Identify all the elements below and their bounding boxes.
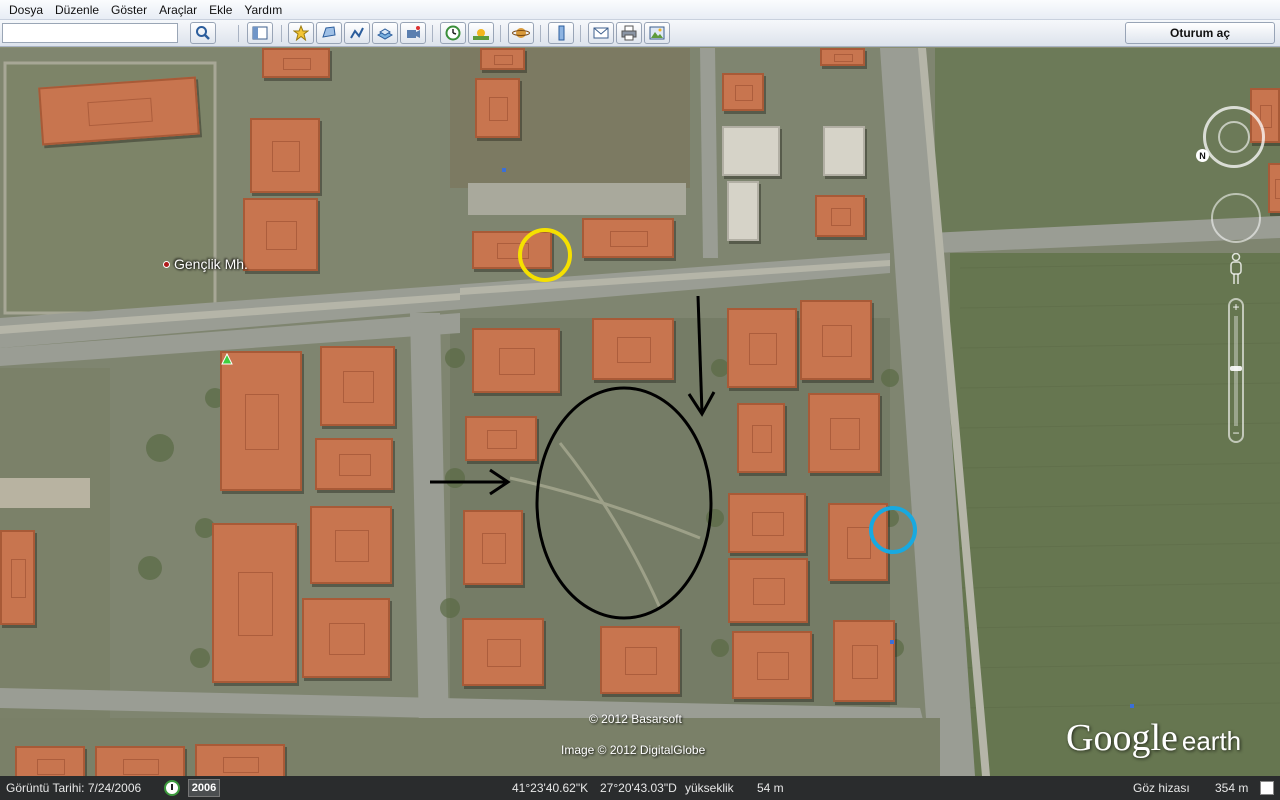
look-joystick[interactable]: [1218, 121, 1250, 153]
menu-tools[interactable]: Araçlar: [153, 0, 203, 20]
email-button[interactable]: [588, 22, 614, 44]
search-input[interactable]: [2, 23, 178, 43]
zoom-in-icon[interactable]: +: [1230, 301, 1242, 313]
zoom-track[interactable]: [1234, 316, 1238, 426]
ruler-button[interactable]: [548, 22, 574, 44]
historical-imagery-clock-icon[interactable]: [164, 780, 180, 796]
zoom-thumb[interactable]: [1230, 365, 1242, 371]
place-dot-icon: [163, 260, 170, 268]
menu-add[interactable]: Ekle: [203, 0, 238, 20]
save-image-icon: [649, 26, 665, 40]
imagery-year-button[interactable]: 2006: [188, 779, 220, 797]
streaming-indicator: [1260, 781, 1274, 795]
google-earth-window: Dosya Düzenle Göster Araçlar Ekle Yardım: [0, 0, 1280, 800]
historical-imagery-button[interactable]: [440, 22, 466, 44]
menu-help[interactable]: Yardım: [238, 0, 288, 20]
arrow-down-marker: [687, 295, 716, 417]
planets-icon: [512, 28, 530, 38]
add-placemark-button[interactable]: [288, 22, 314, 44]
status-bar: Görüntü Tarihi: 7/24/2006 2006 41°23'40.…: [0, 776, 1280, 800]
black-ellipse-marker: [535, 386, 713, 620]
eye-altitude-label: Göz hizası: [1133, 781, 1190, 795]
record-tour-icon: [407, 26, 420, 38]
menu-bar: Dosya Düzenle Göster Araçlar Ekle Yardım: [0, 0, 1280, 20]
place-label-text: Gençlik Mh.: [174, 256, 248, 272]
print-icon: [621, 25, 637, 41]
ruler-icon: [558, 25, 565, 41]
print-button[interactable]: [616, 22, 642, 44]
historical-imagery-icon: [445, 25, 461, 41]
sunlight-button[interactable]: [468, 22, 494, 44]
credit-digitalglobe: Image © 2012 DigitalGlobe: [561, 743, 706, 757]
elevation-value: 54 m: [757, 781, 784, 795]
path-icon: [350, 27, 364, 39]
polygon-icon: [322, 26, 336, 38]
image-overlay-button[interactable]: [372, 22, 398, 44]
eye-altitude-value: 354 m: [1215, 781, 1249, 795]
place-label[interactable]: Gençlik Mh.: [163, 256, 248, 272]
longitude-readout: 27°20'43.03"D: [600, 781, 677, 795]
latitude-readout: 41°23'40.62"K: [512, 781, 589, 795]
email-icon: [593, 27, 609, 39]
add-path-button[interactable]: [344, 22, 370, 44]
blue-circle-marker: [869, 506, 917, 554]
sidebar-toggle-button[interactable]: [247, 22, 273, 44]
zoom-out-icon[interactable]: −: [1230, 427, 1242, 439]
pan-control[interactable]: [1211, 193, 1261, 243]
sidebar-toggle-icon: [252, 26, 268, 40]
menu-edit[interactable]: Düzenle: [49, 0, 105, 20]
image-overlay-icon: [377, 28, 393, 40]
compass-north-button[interactable]: N: [1196, 149, 1209, 162]
record-tour-button[interactable]: [400, 22, 426, 44]
search-button[interactable]: [190, 22, 216, 44]
annotation-layer: [221, 168, 1134, 708]
imagery-date: Görüntü Tarihi: 7/24/2006: [6, 781, 142, 795]
search-icon: [196, 26, 210, 40]
map-view[interactable]: Gençlik Mh. © 2012 Basarsoft Image © 201…: [0, 48, 1280, 776]
arrow-right-marker: [430, 468, 511, 496]
look-around-control[interactable]: [1203, 106, 1265, 168]
credit-basarsoft: © 2012 Basarsoft: [589, 712, 682, 726]
planets-button[interactable]: [508, 22, 534, 44]
placemark-icon: [293, 25, 309, 41]
toolbar: Oturum aç: [0, 20, 1280, 47]
add-polygon-button[interactable]: [316, 22, 342, 44]
sign-in-button[interactable]: Oturum aç: [1125, 22, 1275, 44]
sunlight-icon: [473, 29, 489, 40]
menu-view[interactable]: Göster: [105, 0, 153, 20]
elevation-label: yükseklik: [685, 781, 734, 795]
green-marker-icon: [221, 352, 233, 365]
zoom-slider[interactable]: + −: [1228, 298, 1244, 443]
street-view-person-icon[interactable]: [1229, 253, 1243, 285]
menu-file[interactable]: Dosya: [3, 0, 49, 20]
yellow-circle-marker: [518, 228, 572, 282]
google-earth-logo: Google earth: [1066, 717, 1242, 759]
save-image-button[interactable]: [644, 22, 670, 44]
